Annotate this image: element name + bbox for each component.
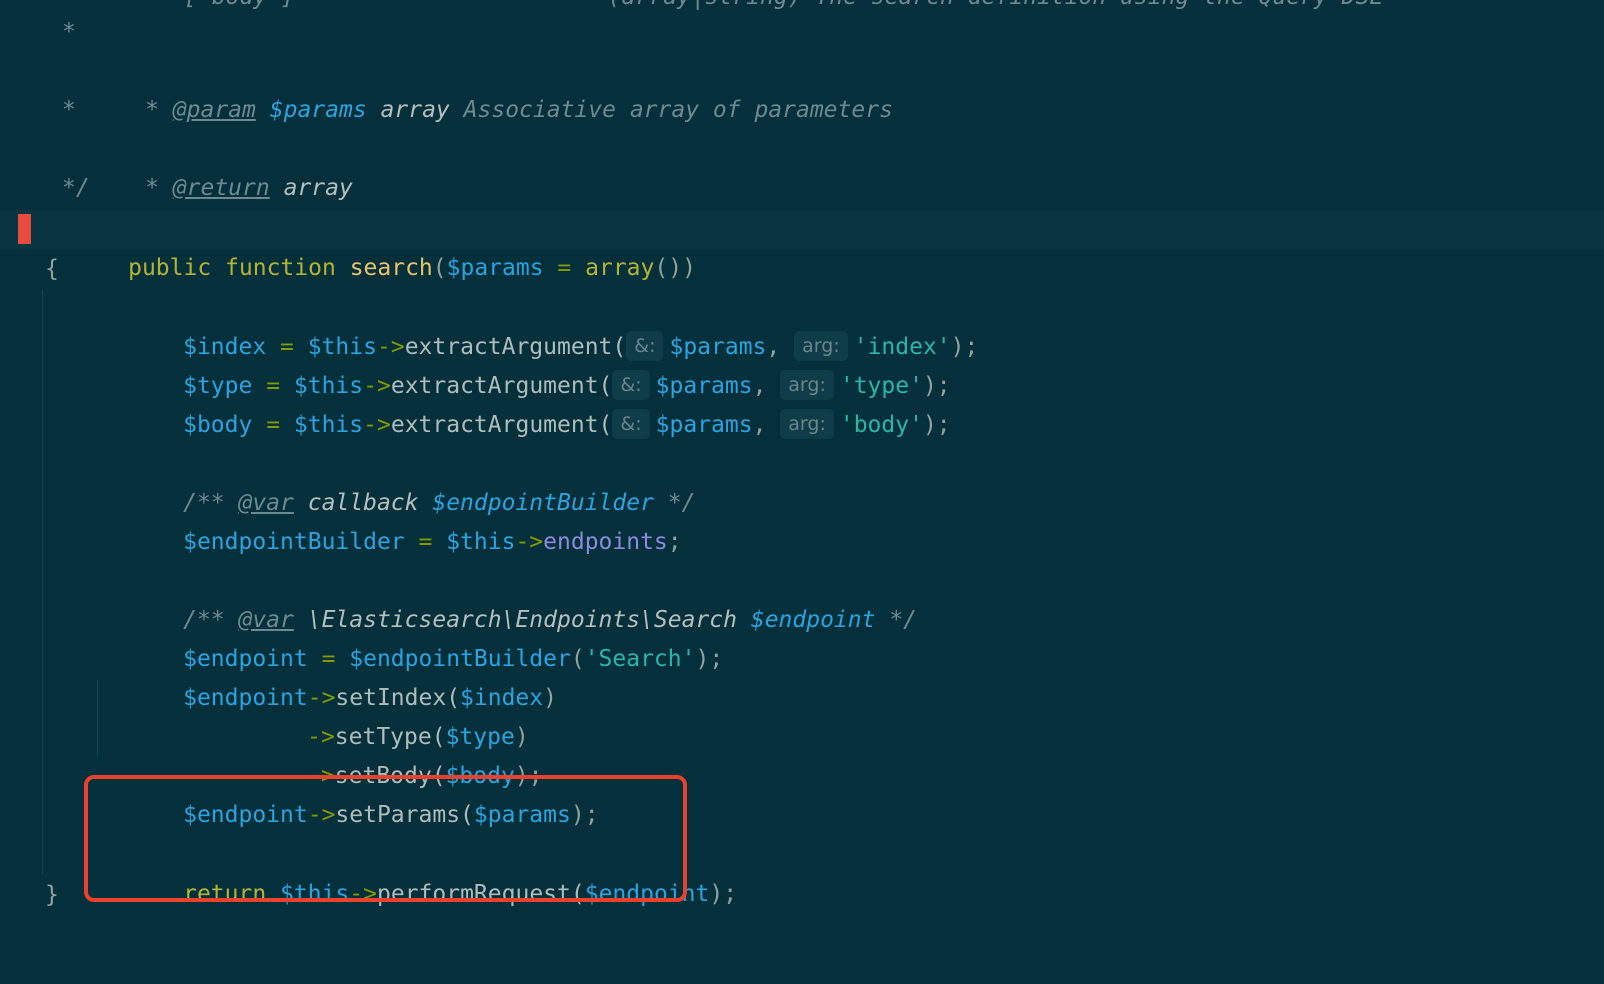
code-line: /** @var \Elasticsearch\Endpoints\Search… xyxy=(0,562,1604,633)
open-brace: { xyxy=(45,256,59,282)
code-line: * xyxy=(0,91,1604,130)
doc-comment-star: * xyxy=(62,19,76,45)
code-line: * @param $params array Associative array… xyxy=(0,52,1604,123)
code-line: $endpoint->setIndex($index) xyxy=(183,685,557,711)
code-line: $type = $this->extractArgument(&: $params… xyxy=(0,328,1604,400)
code-line: * xyxy=(0,13,1604,52)
parameter-hint: &: xyxy=(612,409,650,439)
breakpoint-marker[interactable] xyxy=(18,214,31,244)
code-line: { xyxy=(0,250,1604,289)
property-access[interactable]: endpoints xyxy=(543,529,668,555)
code-line: ->setBody($body); xyxy=(307,763,543,789)
method-call[interactable]: extractArgument( xyxy=(391,412,613,438)
code-line: $endpoint = $endpointBuilder('Search'); xyxy=(183,646,724,672)
doc-comment-end: */ xyxy=(62,175,90,201)
code-line: */ xyxy=(0,169,1604,208)
doc-comment-star: * xyxy=(62,97,76,123)
code-line: /** @var callback $endpointBuilder */ xyxy=(0,445,1604,516)
code-editor[interactable]: [ body ] = (array|string) The search def… xyxy=(0,0,1604,984)
close-brace: } xyxy=(45,882,59,908)
code-line: $index = $this->extractArgument(&: $param… xyxy=(0,289,1604,361)
code-line: $body = $this->extractArgument(&: $params… xyxy=(0,367,1604,439)
code-line: $endpointBuilder = $this->endpoints; xyxy=(183,529,682,555)
code-line: * @return array xyxy=(0,130,1604,201)
parameter-hint: arg: xyxy=(780,409,834,439)
code-line: ->setType($type) xyxy=(307,724,529,750)
current-line: public function search($params = array()… xyxy=(0,210,1604,281)
highlight-annotation-box xyxy=(84,775,687,902)
